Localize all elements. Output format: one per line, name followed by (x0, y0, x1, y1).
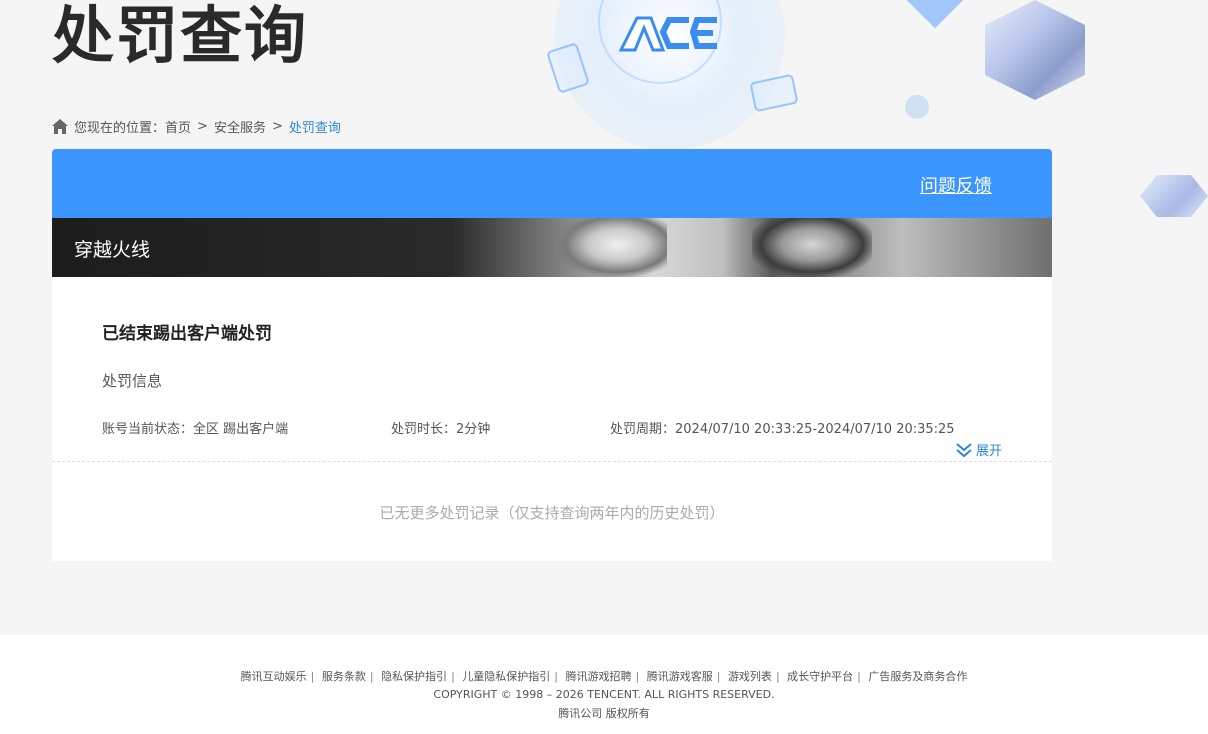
panel-header: 问题反馈 (52, 149, 1052, 218)
game-banner: 穿越火线 (52, 218, 1052, 277)
footer-separator: | (635, 670, 640, 683)
footer-link[interactable]: 游戏列表 (728, 670, 772, 683)
ace-logo (618, 16, 717, 52)
game-card-icon (545, 42, 591, 94)
footer-link[interactable]: 腾讯游戏客服 (647, 670, 713, 683)
copyright: COPYRIGHT © 1998 – 2026 TENCENT. ALL RIG… (433, 688, 775, 701)
ace-glow (555, 0, 785, 150)
breadcrumb-separator: > (271, 119, 283, 134)
footer-links: 腾讯互动娱乐 | 服务条款 | 隐私保护指引 | 儿童隐私保护指引 | 腾讯游戏招聘 | … (0, 668, 1208, 684)
character-portrait-small (1140, 175, 1208, 217)
company-notice: 腾讯公司 版权所有 (558, 707, 650, 720)
penalty-duration: 处罚时长：2分钟 (391, 422, 491, 437)
breadcrumb-prefix: 您现在的位置： (74, 121, 166, 136)
footer-separator: | (310, 670, 315, 683)
breadcrumb-security[interactable]: 安全服务 (214, 117, 266, 136)
footer-link[interactable]: 服务条款 (322, 670, 366, 683)
breadcrumb-home[interactable]: 首页 (165, 117, 191, 136)
footer-separator: | (775, 670, 780, 683)
footer-link[interactable]: 成长守护平台 (787, 670, 853, 683)
record-subtitle: 处罚信息 (102, 372, 163, 390)
game-name: 穿越火线 (74, 239, 151, 261)
expand-label: 展开 (975, 444, 1002, 459)
feedback-link[interactable]: 问题反馈 (920, 172, 992, 198)
breadcrumb-separator: > (197, 119, 208, 134)
penalty-record: 已结束踢出客户端处罚 处罚信息 账号当前状态：全区 踢出客户端 处罚时长：2分钟… (52, 277, 1052, 461)
decorative-diamond (906, 0, 964, 29)
character-image (752, 218, 872, 277)
footer-link[interactable]: 广告服务及商务合作 (868, 670, 967, 683)
double-chevron-down-icon (956, 442, 972, 457)
breadcrumb-current: 处罚查询 (288, 121, 341, 136)
account-status: 账号当前状态：全区 踢出客户端 (102, 422, 289, 437)
panel-content: 已结束踢出客户端处罚 处罚信息 账号当前状态：全区 踢出客户端 处罚时长：2分钟… (52, 277, 1052, 561)
footer-separator: | (554, 670, 558, 683)
footer-separator: | (716, 670, 721, 683)
character-portrait (985, 0, 1085, 100)
footer-link[interactable]: 腾讯游戏招聘 (566, 670, 632, 683)
penalty-period: 处罚周期：2024/07/10 20:33:25-2024/07/10 20:3… (610, 422, 955, 437)
footer-separator: | (451, 670, 455, 683)
ace-ring (598, 0, 722, 84)
footer-link[interactable]: 腾讯互动娱乐 (241, 670, 307, 683)
footer-link[interactable]: 儿童隐私保护指引 (462, 670, 550, 683)
footer-link[interactable]: 隐私保护指引 (381, 670, 447, 683)
breadcrumb: 您现在的位置： 首页 > 安全服务 > 处罚查询 (52, 117, 341, 136)
penalty-panel: 问题反馈 穿越火线 已结束踢出客户端处罚 处罚信息 账号当前状态：全区 踢出客户… (52, 149, 1052, 561)
footer-separator: | (857, 670, 861, 683)
record-fields: 账号当前状态：全区 踢出客户端 处罚时长：2分钟 处罚周期：2024/07/10… (102, 418, 1002, 437)
home-icon (52, 119, 68, 134)
expand-button[interactable]: 展开 (955, 440, 1002, 459)
record-title: 已结束踢出客户端处罚 (102, 324, 272, 344)
page-title: 处罚查询 (52, 0, 309, 72)
no-more-records: 已无更多处罚记录（仅支持查询两年内的历史处罚） (379, 504, 725, 522)
footer: 腾讯互动娱乐 | 服务条款 | 隐私保护指引 | 儿童隐私保护指引 | 腾讯游戏招聘 | … (0, 635, 1208, 734)
game-card-icon (749, 73, 799, 113)
decorative-bubble (905, 95, 929, 119)
character-image (557, 218, 667, 277)
footer-separator: | (369, 670, 374, 683)
